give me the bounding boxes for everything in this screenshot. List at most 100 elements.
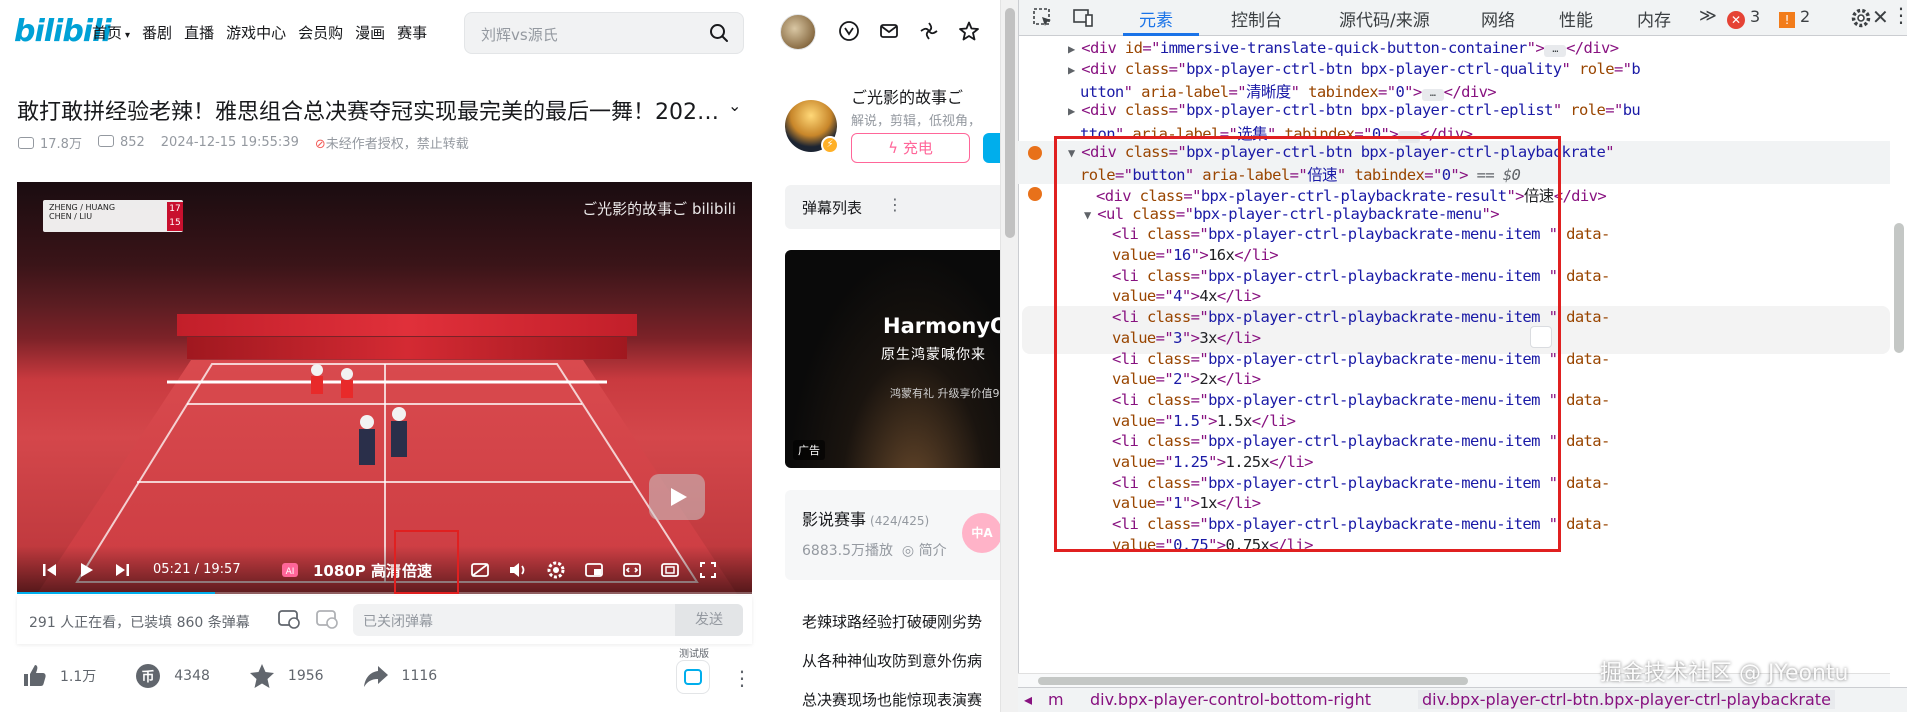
- dom-tree-line[interactable]: utton" aria-label="清晰度" tabindex="0">… </…: [1080, 80, 1497, 102]
- dom-tree-line[interactable]: ▶ <div id="immersive-translate-quick-but…: [1068, 39, 1619, 57]
- page-scrollbar[interactable]: [1000, 0, 1018, 712]
- widescreen-icon[interactable]: [621, 559, 643, 581]
- web-fullscreen-icon[interactable]: [659, 559, 681, 581]
- verified-badge-icon: ⚡: [821, 136, 839, 154]
- svg-text:币: 币: [142, 670, 155, 685]
- nav-game-center[interactable]: 游戏中心: [226, 22, 286, 43]
- next-icon[interactable]: [111, 559, 133, 581]
- quality-button[interactable]: 1080P 高清: [313, 560, 401, 581]
- close-icon[interactable]: ✕: [1872, 5, 1889, 29]
- tab-sources[interactable]: 源代码/来源: [1339, 6, 1430, 31]
- chevron-down-icon[interactable]: ⌄: [728, 96, 741, 115]
- breadcrumb-item[interactable]: m: [1048, 690, 1064, 709]
- follow-button[interactable]: [983, 133, 1000, 163]
- collapsed-content-icon[interactable]: …: [1421, 89, 1444, 102]
- prev-icon[interactable]: [39, 559, 61, 581]
- tab-performance[interactable]: 性能: [1559, 6, 1593, 31]
- online-count: 291 人正在看，已装填 860 条弹幕: [29, 615, 250, 631]
- message-icon[interactable]: [878, 20, 900, 42]
- more-icon[interactable]: ⋮: [887, 195, 903, 214]
- related-video[interactable]: 总决赛现场也能惊现表演赛: [802, 689, 982, 710]
- danmaku-settings-icon[interactable]: [315, 608, 339, 630]
- nav-live[interactable]: 直播: [184, 22, 214, 43]
- nav-anime[interactable]: 番剧: [142, 22, 172, 43]
- video-player[interactable]: ZHENG / HUANG CHEN / LIU 17 15 ご光影的故事ご b…: [17, 182, 752, 594]
- kebab-menu-icon[interactable]: ⋮: [1891, 3, 1907, 27]
- nav-mall[interactable]: 会员购: [298, 22, 343, 43]
- expand-right-icon[interactable]: ▶: [1068, 104, 1081, 118]
- share-button[interactable]: 1116: [362, 662, 437, 690]
- scrollbar-thumb[interactable]: [1894, 223, 1904, 353]
- expand-right-icon[interactable]: ▶: [1068, 42, 1081, 56]
- error-count[interactable]: ✕ 3: [1727, 7, 1760, 29]
- danmaku-switch-icon[interactable]: [277, 608, 301, 630]
- danmaku-list-header[interactable]: 弹幕列表 ⋮: [785, 185, 1000, 229]
- like-button[interactable]: 1.1万: [20, 662, 96, 690]
- star-icon[interactable]: [958, 20, 980, 42]
- danmaku-toggle-icon[interactable]: [469, 559, 491, 581]
- scrollbar-thumb[interactable]: [1038, 677, 1468, 685]
- devtools-scrollbar[interactable]: [1891, 37, 1907, 673]
- search-input[interactable]: 刘辉vs源氏: [481, 24, 558, 45]
- star-icon: [249, 664, 274, 688]
- settings-icon[interactable]: [545, 559, 567, 581]
- forbidden-icon: ⊘: [314, 137, 326, 152]
- ad-line: 鸿蒙有礼 升级享价值9: [890, 387, 1000, 400]
- volume-icon[interactable]: [507, 559, 529, 581]
- breadcrumb-scroll-left-icon[interactable]: ◂: [1024, 690, 1032, 709]
- play-overlay-icon[interactable]: [649, 474, 705, 520]
- translate-float-icon[interactable]: 中A: [962, 513, 1000, 553]
- tab-memory[interactable]: 内存: [1637, 6, 1671, 31]
- ad-banner[interactable]: HarmonyOS 原生鸿蒙喊你来 鸿蒙有礼 升级享价值9 广告: [785, 250, 1000, 468]
- dynamic-icon[interactable]: [918, 20, 940, 42]
- up-avatar[interactable]: ⚡: [785, 100, 839, 154]
- nav-esports[interactable]: 赛事: [397, 22, 427, 43]
- dom-breakpoint-icon[interactable]: [1028, 186, 1042, 201]
- coin-button[interactable]: 币 4348: [134, 662, 210, 690]
- up-name[interactable]: ご光影的故事ご: [851, 84, 963, 108]
- breadcrumb-item-active[interactable]: div.bpx-player-ctrl-btn.bpx-player-ctrl-…: [1418, 690, 1835, 709]
- charge-button[interactable]: ϟ 充电: [851, 133, 970, 163]
- time-display: 05:21 / 19:57: [153, 562, 241, 577]
- tab-console[interactable]: 控制台: [1231, 6, 1282, 31]
- more-icon[interactable]: ⋮: [732, 666, 752, 690]
- dom-tree-line[interactable]: ▶ <div class="bpx-player-ctrl-btn bpx-pl…: [1068, 101, 1641, 119]
- video-meta: 17.8万 852 2024-12-15 19:55:39 ⊘未经作者授权，禁止…: [18, 133, 469, 152]
- dom-breakpoint-icon[interactable]: [1028, 145, 1042, 160]
- related-video[interactable]: 从各种神仙攻防到意外伤病: [802, 650, 982, 671]
- inspect-icon[interactable]: [1031, 6, 1055, 30]
- nav-manga[interactable]: 漫画: [355, 22, 385, 43]
- progress-bar[interactable]: [17, 592, 752, 594]
- settings-icon[interactable]: [1849, 6, 1873, 30]
- collapsed-content-icon[interactable]: …: [1544, 45, 1567, 57]
- user-avatar[interactable]: [780, 14, 816, 50]
- dom-tree-line[interactable]: ▶ <div class="bpx-player-ctrl-btn bpx-pl…: [1068, 60, 1641, 78]
- breadcrumb-item[interactable]: div.bpx-player-control-bottom-right: [1090, 690, 1371, 709]
- expand-right-icon[interactable]: ▶: [1068, 63, 1081, 77]
- favorite-button[interactable]: 1956: [248, 662, 324, 690]
- more-tabs-icon[interactable]: ≫: [1699, 6, 1717, 26]
- tab-elements[interactable]: 元素: [1139, 6, 1173, 31]
- related-video[interactable]: 老辣球路经验打破硬刚劣势: [802, 611, 982, 632]
- ai-icon[interactable]: AI: [279, 559, 301, 581]
- device-toolbar-icon[interactable]: [1071, 6, 1095, 30]
- ad-title: HarmonyOS: [883, 314, 1000, 338]
- warning-count[interactable]: ! 2: [1779, 7, 1810, 28]
- bilibili-page: bilibili 首页 ▾ 番剧 直播 游戏中心 会员购 漫画 赛事 刘辉vs源氏…: [0, 0, 1000, 712]
- scrollbar-thumb[interactable]: [1005, 8, 1015, 238]
- search-icon[interactable]: [709, 23, 729, 43]
- search-box[interactable]: 刘辉vs源氏: [464, 12, 744, 54]
- send-button[interactable]: 发送: [675, 604, 743, 636]
- fullscreen-icon[interactable]: [697, 559, 719, 581]
- ai-assistant-button[interactable]: 测试版: [676, 649, 710, 694]
- copy-icon[interactable]: [1530, 326, 1552, 348]
- nav-home[interactable]: 首页 ▾: [92, 22, 130, 43]
- tab-network[interactable]: 网络: [1481, 6, 1515, 31]
- play-icon[interactable]: [75, 559, 97, 581]
- pip-icon[interactable]: [583, 559, 605, 581]
- vip-icon[interactable]: [838, 20, 860, 42]
- danmaku-input[interactable]: 已关闭弹幕 发送: [353, 604, 743, 636]
- robot-icon: [684, 669, 702, 685]
- screen: bilibili 首页 ▾ 番剧 直播 游戏中心 会员购 漫画 赛事 刘辉vs源氏…: [0, 0, 1907, 712]
- danmaku-count: 852: [97, 135, 145, 150]
